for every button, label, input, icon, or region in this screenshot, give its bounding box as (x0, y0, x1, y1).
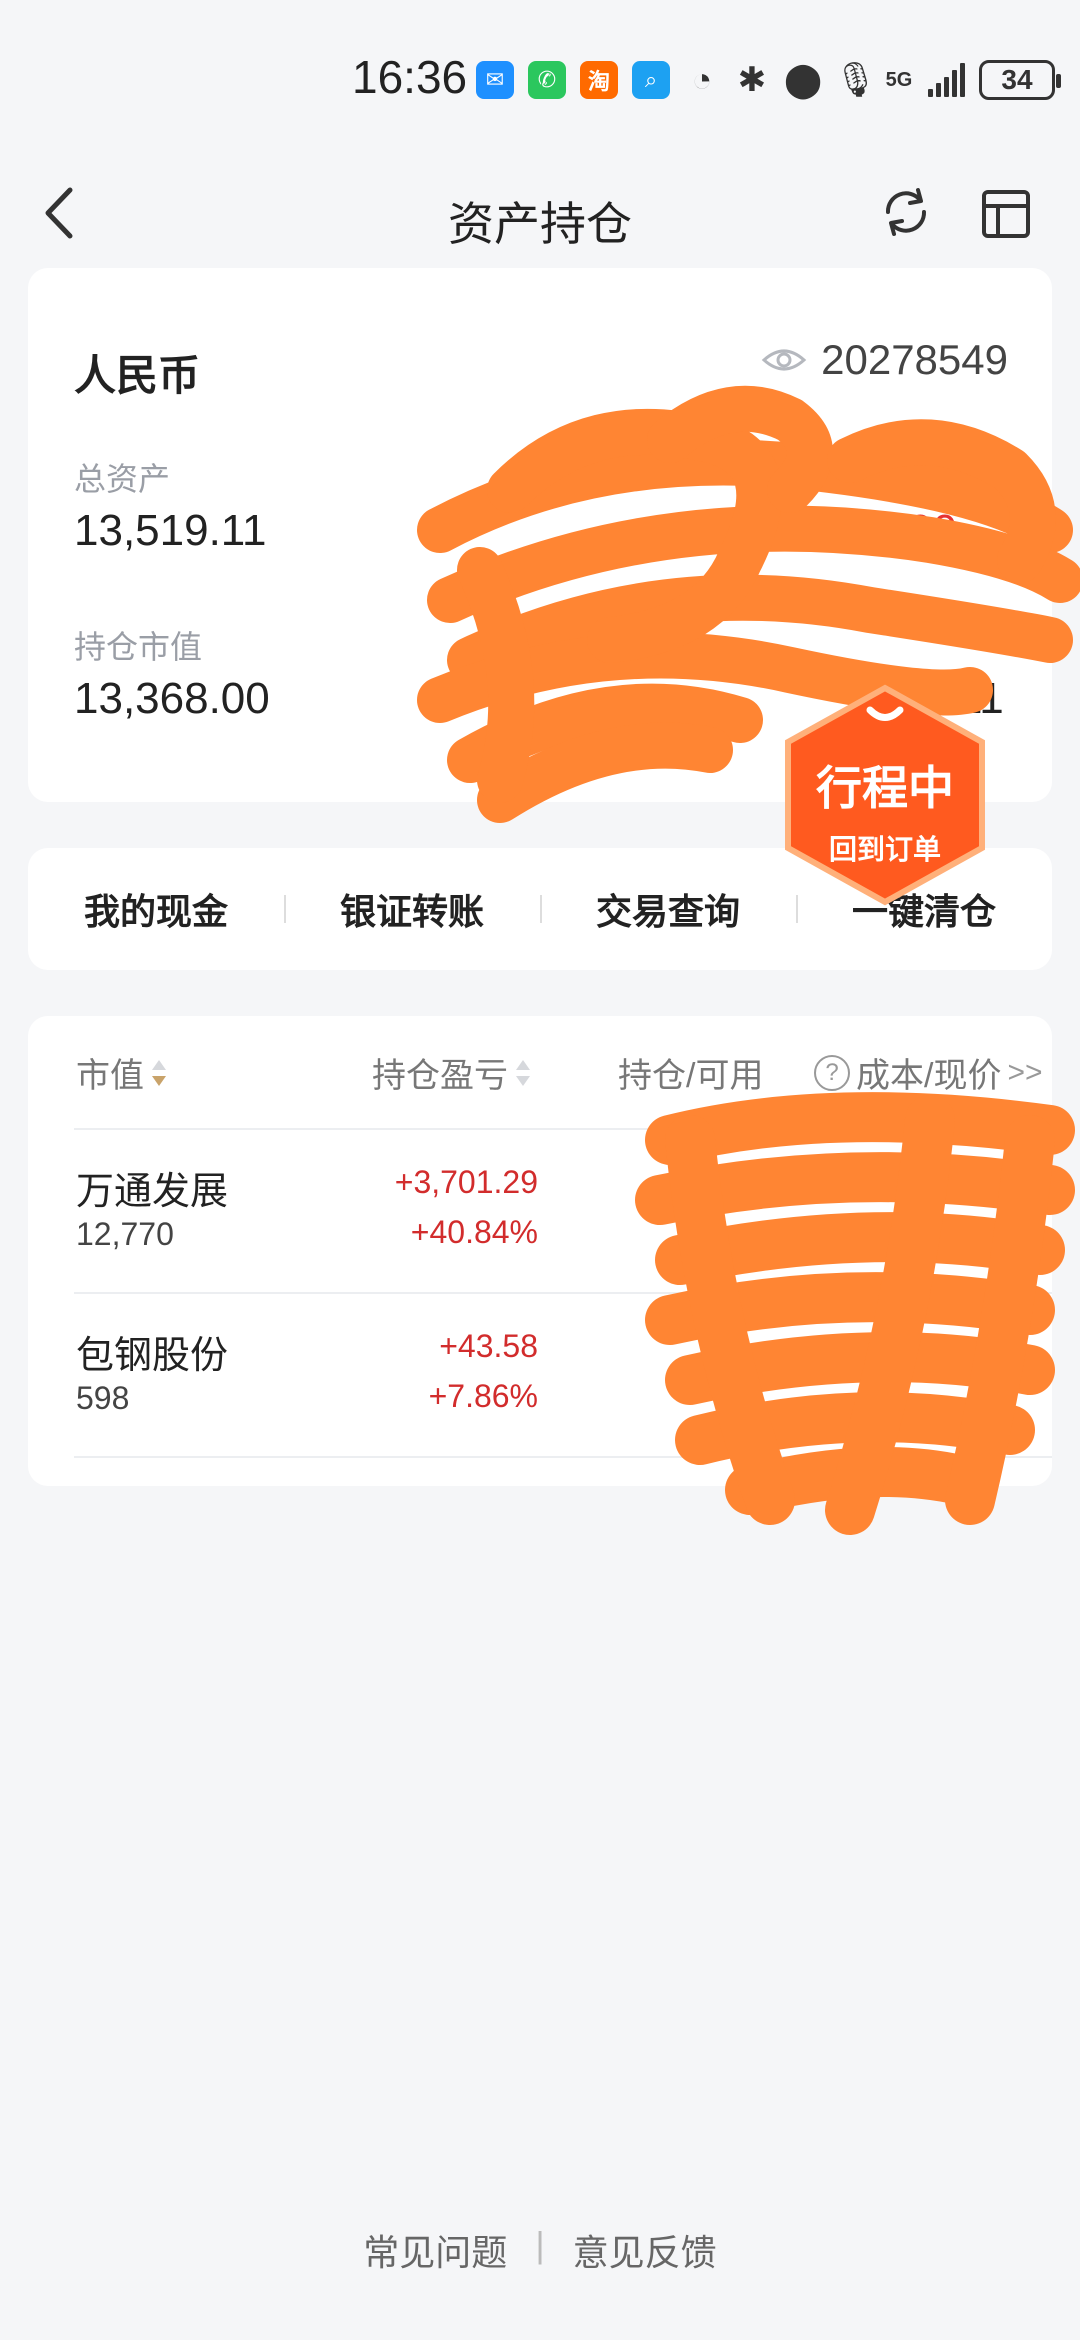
stock-pl-percent: +7.86% (428, 1378, 538, 1414)
position-value: 13,368.00 (74, 674, 270, 723)
account-number-group: 20278549 (761, 336, 1008, 384)
signal-icon (928, 63, 965, 97)
layout-icon[interactable] (978, 180, 1034, 244)
refresh-icon[interactable] (878, 180, 934, 244)
stock-pl-percent: +40.84% (410, 1214, 538, 1250)
redaction-scribble-table (635, 1092, 1075, 1535)
stock-market-value: 598 (76, 1380, 130, 1416)
status-time: 16:36 (352, 51, 468, 103)
trip-badge-title: 行程中 (816, 762, 954, 814)
wechat-icon: ✆ (528, 61, 566, 99)
bluetooth-icon: ✱ (737, 61, 767, 99)
trip-badge-subtitle: 回到订单 (828, 834, 941, 865)
status-bar: 16:36 ✉ ✆ 淘 ⌕ ◔ ✱ ⬤ 🎙 5G 34 (0, 0, 1080, 160)
eye-icon[interactable] (761, 345, 807, 375)
account-number: 20278549 (821, 336, 1008, 383)
message-icon: ✉ (476, 61, 514, 99)
total-assets-label: 总资产 (74, 461, 171, 497)
mic-icon: 🎙 (834, 61, 878, 99)
currency-label: 人民币 (74, 352, 201, 399)
position-value-label: 持仓市值 (74, 629, 203, 665)
status-icons: ✉ ✆ 淘 ⌕ ◔ ✱ ⬤ 🎙 5G 34 (476, 56, 1061, 104)
stock-market-value: 12,770 (76, 1216, 174, 1252)
bank-transfer-button[interactable]: 银证转账 (284, 883, 540, 935)
stock-name: 包钢股份 (76, 1335, 229, 1377)
my-cash-button[interactable]: 我的现金 (28, 883, 284, 935)
col-market-value[interactable]: 市值 (76, 1048, 168, 1097)
faq-link[interactable]: 常见问题 (363, 2224, 507, 2276)
stock-name: 万通发展 (76, 1171, 229, 1213)
feedback-link[interactable]: 意见反馈 (573, 2224, 717, 2276)
total-assets-value: 13,519.11 (74, 506, 267, 555)
sort-icon (516, 1059, 530, 1086)
col-position-pl-label: 持仓盈亏 (372, 1057, 508, 1095)
nav-bar: 资产持仓 (0, 160, 1080, 280)
stock-pl-amount: +43.58 (439, 1328, 538, 1364)
col-market-value-label: 市值 (76, 1057, 144, 1095)
sort-icon (152, 1059, 166, 1086)
search-icon: ⌕ (632, 61, 670, 99)
hd-icon: ◔ (691, 60, 713, 99)
footer-links: 常见问题 | 意见反馈 (0, 2224, 1080, 2276)
location-icon: ⬤ (784, 61, 823, 99)
col-position-pl[interactable]: 持仓盈亏 (372, 1048, 532, 1097)
taobao-icon: 淘 (580, 61, 618, 99)
stock-pl-amount: +3,701.29 (394, 1164, 538, 1200)
trade-query-button[interactable]: 交易查询 (540, 883, 796, 935)
network-label: 5G (885, 68, 913, 91)
battery-icon: 34 (979, 60, 1061, 100)
footer-separator: | (535, 2224, 545, 2265)
